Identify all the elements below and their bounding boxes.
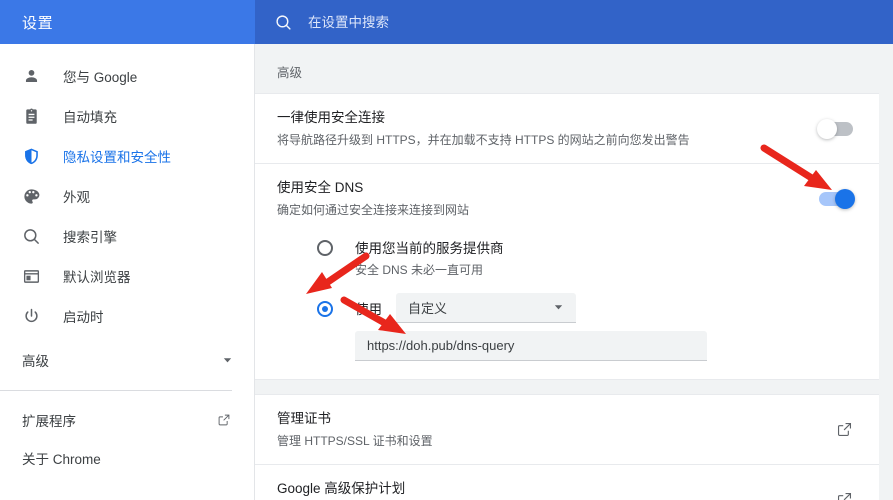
sidebar-expand-label: 高级: [22, 350, 222, 370]
sidebar-item-label: 外观: [63, 186, 90, 206]
sidebar-item-label: 您与 Google: [63, 66, 137, 86]
sidebar-item-label: 搜索引擎: [63, 226, 117, 246]
sidebar-item-label: 自动填充: [63, 106, 117, 126]
search-input[interactable]: [308, 15, 668, 30]
sidebar-main-divider: [254, 44, 255, 500]
radio-title: 使用您当前的服务提供商: [355, 241, 504, 256]
browser-window-icon: [22, 267, 41, 286]
toggle-always-use-secure-connections[interactable]: [819, 122, 853, 136]
main-content: 高级 一律使用安全连接 将导航路径升级到 HTTPS，并在加载不支持 HTTPS…: [255, 44, 893, 500]
row-text: Google 高级保护计划 为所有可能会遭到定向攻击的个人 Google 帐号提…: [277, 479, 818, 500]
radio-subtitle: 安全 DNS 未必一直可用: [355, 261, 504, 279]
app-header: 设置: [0, 0, 893, 44]
external-link-icon: [217, 413, 231, 427]
sidebar-item-about-chrome[interactable]: 关于 Chrome: [0, 439, 255, 477]
shield-icon: [22, 147, 41, 166]
custom-provider-label: 使用: [355, 298, 382, 318]
sidebar-item-label: 隐私设置和安全性: [63, 146, 171, 166]
sidebar-item-autofill[interactable]: 自动填充: [0, 96, 255, 136]
chevron-down-icon: [222, 355, 233, 366]
sidebar-item-you-and-google[interactable]: 您与 Google: [0, 56, 255, 96]
sidebar-item-search-engine[interactable]: 搜索引擎: [0, 216, 255, 256]
section-heading-advanced: 高级: [255, 44, 893, 93]
page-title: 设置: [22, 12, 53, 33]
sidebar-divider: [0, 390, 232, 391]
external-link-icon[interactable]: [836, 491, 853, 500]
row-use-secure-dns[interactable]: 使用安全 DNS 确定如何通过安全连接来连接到网站: [255, 163, 879, 233]
row-subtitle: 将导航路径升级到 HTTPS，并在加载不支持 HTTPS 的网站之前向您发出警告: [277, 131, 801, 149]
dns-url-input[interactable]: [355, 331, 707, 361]
dns-provider-dropdown-value: 自定义: [408, 298, 447, 317]
sidebar-item-label: 默认浏览器: [63, 266, 131, 286]
row-title: 一律使用安全连接: [277, 108, 801, 128]
search-icon: [275, 14, 292, 31]
palette-icon: [22, 187, 41, 206]
header-title-zone: 设置: [0, 0, 255, 44]
row-google-advanced-protection[interactable]: Google 高级保护计划 为所有可能会遭到定向攻击的个人 Google 帐号提…: [255, 464, 879, 500]
toggle-knob: [817, 119, 837, 139]
sidebar-item-appearance[interactable]: 外观: [0, 176, 255, 216]
radio-text: 使用您当前的服务提供商 安全 DNS 未必一直可用: [355, 239, 504, 279]
chrome-settings-window: 设置 您与 Google 自动填充: [0, 0, 893, 500]
toggle-knob: [835, 189, 855, 209]
sidebar-item-label: 启动时: [63, 306, 104, 326]
search-bar[interactable]: [255, 0, 893, 44]
row-subtitle: 确定如何通过安全连接来连接到网站: [277, 201, 801, 219]
external-link-icon[interactable]: [836, 421, 853, 438]
radio-option-current-provider[interactable]: 使用您当前的服务提供商 安全 DNS 未必一直可用: [277, 233, 853, 285]
sidebar-item-privacy-and-security[interactable]: 隐私设置和安全性: [0, 136, 255, 176]
radio-option-custom-provider[interactable]: 使用 自定义: [277, 285, 853, 323]
sidebar-expand-advanced[interactable]: 高级: [0, 340, 255, 380]
row-text: 使用安全 DNS 确定如何通过安全连接来连接到网站: [277, 178, 801, 219]
row-text: 一律使用安全连接 将导航路径升级到 HTTPS，并在加载不支持 HTTPS 的网…: [277, 108, 801, 149]
sidebar-item-label: 扩展程序: [22, 410, 217, 430]
external-links-card: 管理证书 管理 HTTPS/SSL 证书和设置 Google 高级保护计划 为所…: [255, 394, 879, 500]
radio-button[interactable]: [317, 240, 333, 256]
dns-options-block: 使用您当前的服务提供商 安全 DNS 未必一直可用 使用 自定义: [255, 233, 879, 379]
search-icon: [22, 227, 41, 246]
chevron-down-icon: [553, 302, 564, 313]
radio-button[interactable]: [317, 301, 333, 317]
sidebar: 您与 Google 自动填充 隐私设置和安全性 外观: [0, 44, 255, 500]
row-title: 管理证书: [277, 409, 818, 429]
dns-provider-dropdown[interactable]: 自定义: [396, 293, 576, 323]
power-icon: [22, 307, 41, 326]
security-settings-card: 一律使用安全连接 将导航路径升级到 HTTPS，并在加载不支持 HTTPS 的网…: [255, 93, 879, 380]
row-text: 管理证书 管理 HTTPS/SSL 证书和设置: [277, 409, 818, 450]
row-always-use-secure-connections[interactable]: 一律使用安全连接 将导航路径升级到 HTTPS，并在加载不支持 HTTPS 的网…: [255, 94, 879, 163]
row-title: 使用安全 DNS: [277, 178, 801, 198]
row-manage-certificates[interactable]: 管理证书 管理 HTTPS/SSL 证书和设置: [255, 395, 879, 464]
dns-url-line: [277, 323, 853, 361]
sidebar-item-label: 关于 Chrome: [22, 448, 231, 468]
toggle-use-secure-dns[interactable]: [819, 192, 853, 206]
sidebar-item-default-browser[interactable]: 默认浏览器: [0, 256, 255, 296]
sidebar-item-on-startup[interactable]: 启动时: [0, 296, 255, 336]
clipboard-icon: [22, 107, 41, 126]
row-subtitle: 管理 HTTPS/SSL 证书和设置: [277, 432, 818, 450]
person-icon: [22, 67, 41, 86]
row-title: Google 高级保护计划: [277, 479, 818, 499]
sidebar-item-extensions[interactable]: 扩展程序: [0, 401, 255, 439]
